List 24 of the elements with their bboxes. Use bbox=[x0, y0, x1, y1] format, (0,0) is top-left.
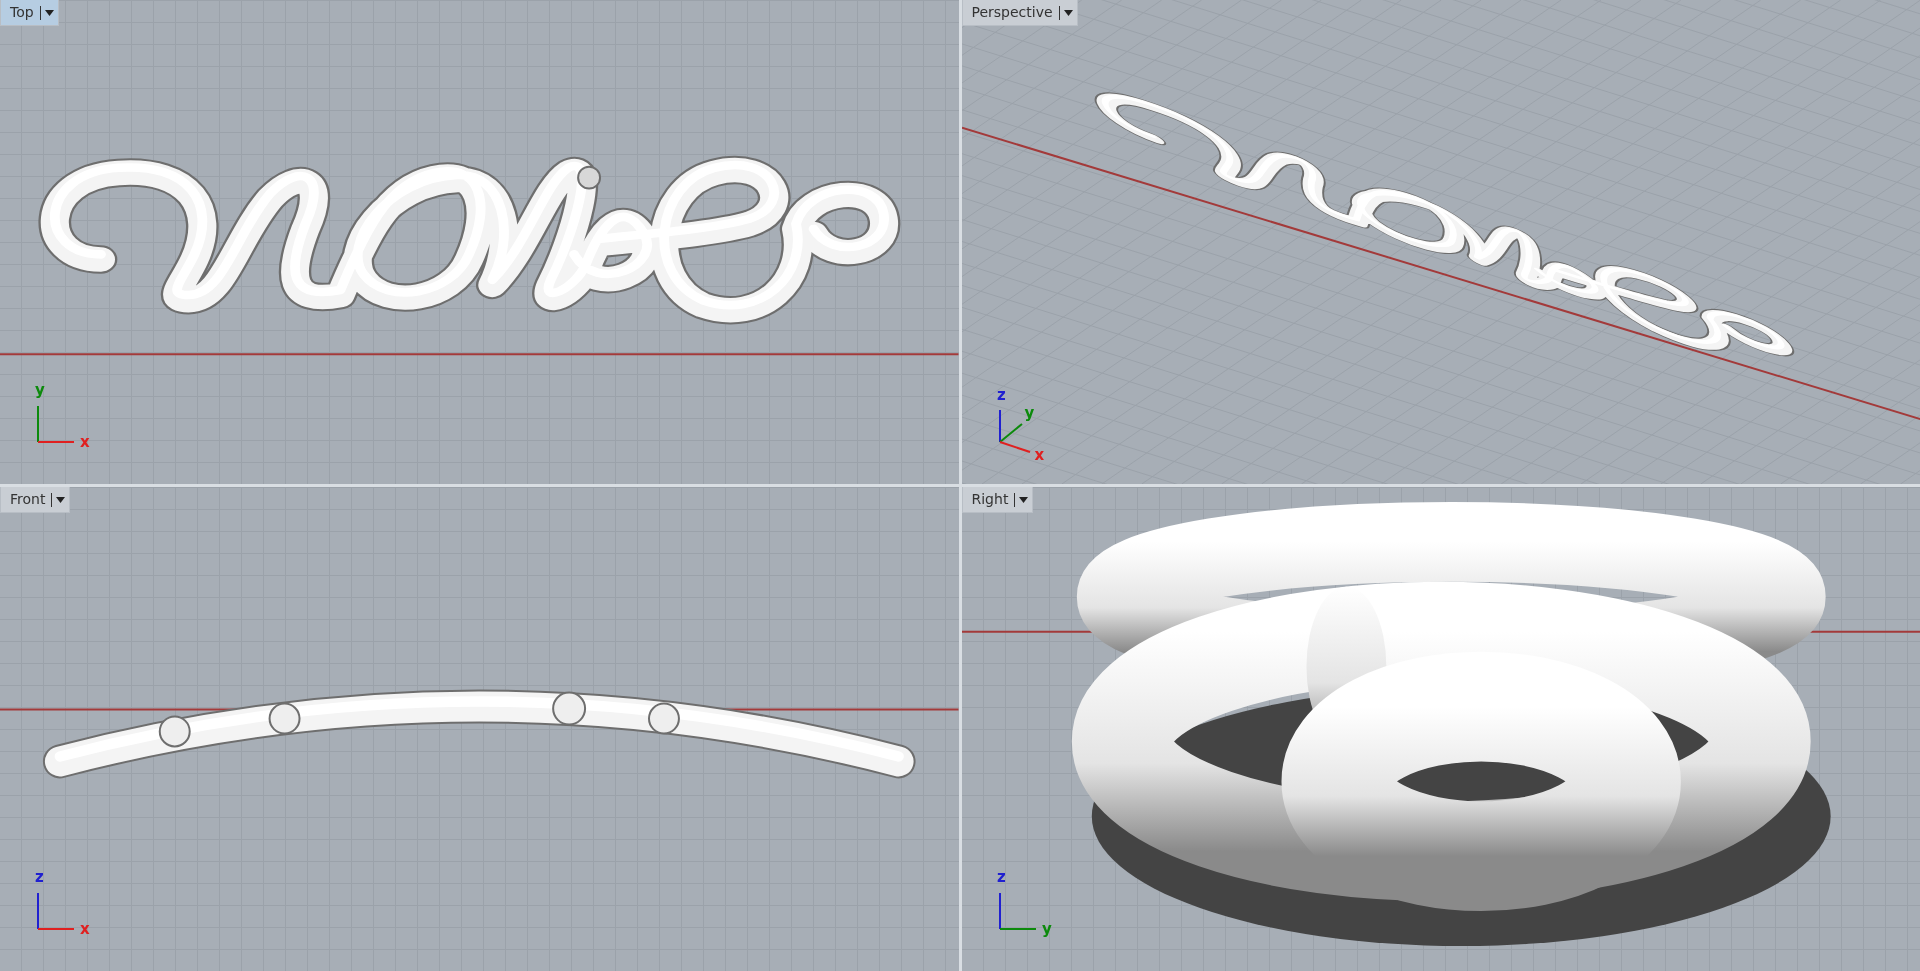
axis-label: y bbox=[1041, 920, 1052, 938]
viewport-tab[interactable]: Top bbox=[0, 0, 59, 26]
axis-tripod-icon bbox=[37, 892, 75, 930]
axis-label: z bbox=[35, 868, 44, 886]
axis-label: y bbox=[1024, 403, 1034, 422]
axis-label: z bbox=[996, 868, 1006, 886]
viewport[interactable]: Right z y bbox=[961, 487, 1920, 971]
viewport-tab[interactable]: Right bbox=[961, 487, 1034, 513]
axis-label: z bbox=[996, 386, 1006, 404]
viewport-tab[interactable]: Perspective bbox=[961, 0, 1078, 26]
axis-tripod-icon bbox=[998, 892, 1037, 930]
caret-icon[interactable] bbox=[1063, 9, 1073, 16]
axis-label: y bbox=[35, 381, 45, 399]
axis-tripod-icon bbox=[37, 405, 75, 443]
caret-icon[interactable] bbox=[1019, 496, 1029, 503]
viewport-tab[interactable]: Front bbox=[0, 487, 71, 513]
caret-icon[interactable] bbox=[44, 9, 54, 16]
axis-label: x bbox=[80, 433, 90, 451]
viewport[interactable]: Perspective z y x bbox=[961, 0, 1920, 484]
axis-label: x bbox=[1034, 445, 1044, 464]
caret-icon[interactable] bbox=[56, 496, 66, 503]
viewport[interactable]: Top y x bbox=[0, 0, 959, 484]
viewport[interactable]: Front z x bbox=[0, 487, 959, 971]
axis-label: x bbox=[80, 920, 90, 938]
